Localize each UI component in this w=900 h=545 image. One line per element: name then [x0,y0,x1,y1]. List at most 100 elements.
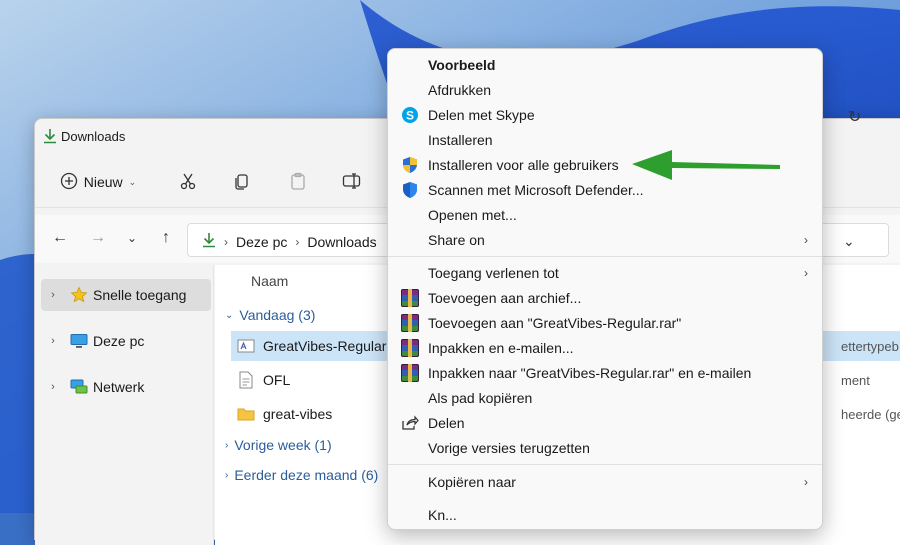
group-header[interactable]: › Eerder deze maand (6) [225,467,378,483]
menu-item-compress-rar-email[interactable]: Inpakken naar "GreatVibes-Regular.rar" e… [392,361,818,385]
copy-button[interactable] [227,167,257,197]
up-button[interactable]: ↑ [153,225,179,251]
file-name: OFL [263,372,291,388]
new-button-label: Nieuw [83,174,123,190]
winrar-icon [398,363,422,383]
menu-item-label: Als pad kopiëren [428,390,533,406]
winrar-icon [398,338,422,358]
star-icon [69,286,89,304]
rename-button[interactable] [337,167,367,197]
menu-item-add-to-rar[interactable]: Toevoegen aan "GreatVibes-Regular.rar" [392,311,818,335]
chevron-right-icon[interactable]: › [45,381,61,393]
back-button[interactable]: ← [47,225,73,251]
group-header-label: Eerder deze maand (6) [234,467,379,483]
menu-separator [388,256,822,257]
recent-locations-button[interactable]: ⌄ [119,225,145,251]
menu-item-label: Voorbeeld [428,57,496,73]
group-header-label: Vorige week (1) [234,437,332,453]
text-file-icon [235,370,257,390]
menu-item-label: Inpakken naar "GreatVibes-Regular.rar" e… [428,365,752,381]
menu-item-label: Kopiëren naar [428,474,516,490]
menu-item-label: Toegang verlenen tot [428,265,559,281]
menu-item-cut-partial[interactable]: Kn... [392,503,818,527]
menu-item-label: Toevoegen aan "GreatVibes-Regular.rar" [428,315,682,331]
file-type: ment [841,372,870,388]
folder-icon [235,404,257,424]
share-icon [398,413,422,433]
menu-item-share-on[interactable]: Share on › [392,228,818,252]
svg-text:S: S [406,109,414,123]
nav-item-label: Snelle toegang [93,287,187,303]
download-icon [43,128,57,147]
menu-separator [388,464,822,465]
chevron-down-icon: ⌄ [128,176,137,187]
arrow-up-icon: ↑ [162,229,170,246]
nav-item-network[interactable]: › Netwerk [41,371,211,403]
group-header-label: Vandaag (3) [239,307,316,323]
menu-item-share-skype[interactable]: S Delen met Skype [392,103,818,127]
menu-item-label: Vorige versies terugzetten [428,440,590,456]
menu-item-add-to-archive[interactable]: Toevoegen aan archief... [392,286,818,310]
uac-shield-icon [398,155,422,175]
chevron-right-icon: › [225,469,229,481]
scissors-icon [179,172,197,193]
chevron-down-icon: ⌄ [225,309,234,321]
column-header-name[interactable]: Naam [251,273,288,289]
chevron-right-icon: › [225,439,229,451]
copy-icon [233,172,251,193]
menu-item-give-access[interactable]: Toegang verlenen tot › [392,261,818,285]
breadcrumb-separator-icon: › [295,234,300,249]
breadcrumb-item[interactable]: Deze pc [236,234,287,250]
new-button[interactable]: Nieuw ⌄ [53,167,143,197]
menu-item-label: Installeren voor alle gebruikers [428,157,619,173]
nav-item-label: Deze pc [93,333,145,349]
chevron-right-icon: › [804,266,808,280]
menu-item-copy-as-path[interactable]: Als pad kopiëren [392,386,818,410]
file-type: heerde (ge... [841,406,900,422]
menu-item-open-with[interactable]: Openen met... [392,203,818,227]
skype-icon: S [398,105,422,125]
menu-item-copy-to[interactable]: Kopiëren naar › [392,470,818,494]
menu-item-label: Scannen met Microsoft Defender... [428,182,644,198]
menu-item-print[interactable]: Afdrukken [392,78,818,102]
chevron-right-icon[interactable]: › [45,289,61,301]
arrow-right-icon: → [90,229,106,246]
paste-icon [289,172,307,193]
arrow-left-icon: ← [52,229,68,246]
menu-item-share[interactable]: Delen [392,411,818,435]
nav-item-quick-access[interactable]: › Snelle toegang [41,279,211,311]
chevron-right-icon[interactable]: › [45,335,61,347]
menu-item-label: Openen met... [428,207,517,223]
network-icon [69,378,89,396]
menu-item-label: Share on [428,232,485,248]
address-dropdown-icon[interactable]: ⌄ [843,233,855,250]
nav-item-label: Netwerk [93,379,145,395]
plus-circle-icon [60,172,78,193]
menu-item-compress-email[interactable]: Inpakken en e-mailen... [392,336,818,360]
menu-item-label: Kn... [428,507,457,523]
file-type: ettertypeb... [841,338,900,354]
chevron-right-icon: › [804,233,808,247]
menu-item-label: Delen [428,415,465,431]
forward-button[interactable]: → [85,225,111,251]
cut-button[interactable] [173,167,203,197]
context-menu: Voorbeeld Afdrukken S Delen met Skype In… [387,48,823,530]
file-name: great-vibes [263,406,333,422]
group-header[interactable]: › Vorige week (1) [225,437,332,453]
menu-item-label: Toevoegen aan archief... [428,290,582,306]
menu-item-preview[interactable]: Voorbeeld [392,53,818,77]
breadcrumb-item[interactable]: Downloads [307,234,376,250]
defender-shield-icon [398,180,422,200]
paste-button[interactable] [283,167,313,197]
annotation-arrow-icon [632,150,780,180]
group-header[interactable]: ⌄ Vandaag (3) [225,307,315,323]
font-file-icon [235,336,257,356]
chevron-right-icon: › [804,475,808,489]
menu-item-label: Inpakken en e-mailen... [428,340,574,356]
breadcrumb-separator-icon: › [224,234,228,249]
nav-item-this-pc[interactable]: › Deze pc [41,325,211,357]
monitor-icon [69,332,89,350]
refresh-button[interactable]: ↻ [848,107,868,127]
menu-item-restore-versions[interactable]: Vorige versies terugzetten [392,436,818,460]
menu-item-label: Afdrukken [428,82,492,98]
